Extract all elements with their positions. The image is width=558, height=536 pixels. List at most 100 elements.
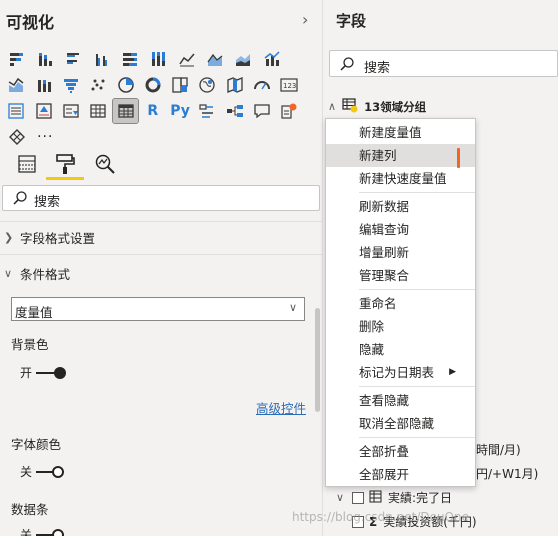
fields-tab-icon[interactable]: [12, 150, 42, 178]
font-color-toggle[interactable]: 关: [20, 463, 66, 480]
menu-item-new-column[interactable]: 新建列: [326, 144, 475, 168]
stacked-column-chart-icon[interactable]: [32, 47, 58, 71]
100-stacked-bar-chart-icon[interactable]: [117, 47, 143, 71]
field-checkbox[interactable]: [352, 491, 364, 504]
field-label-partial: 時間/月): [476, 443, 521, 457]
r-visual-icon[interactable]: R: [140, 99, 165, 123]
100-stacked-column-chart-icon[interactable]: [145, 47, 171, 71]
stacked-area-chart-icon[interactable]: [230, 47, 256, 71]
toggle-state-label: 开: [20, 366, 33, 380]
card-icon[interactable]: 123: [277, 73, 302, 97]
fields-title: 字段: [336, 12, 367, 30]
analytics-magnifier-icon[interactable]: [90, 150, 120, 178]
fields-search-input[interactable]: 搜索: [329, 50, 558, 77]
dropdown-value: 度量值: [15, 305, 53, 320]
donut-chart-icon[interactable]: [140, 73, 165, 97]
visualizations-title: 可视化: [6, 13, 55, 32]
funnel-chart-icon[interactable]: [59, 73, 84, 97]
submenu-arrow-icon: ▶: [449, 367, 456, 377]
field-row[interactable]: ∨ 実績:完了日: [336, 489, 452, 506]
clustered-bar-chart-icon[interactable]: [61, 47, 87, 71]
visualizations-search-input[interactable]: 搜索: [2, 185, 320, 211]
pie-chart-icon[interactable]: [113, 73, 138, 97]
toggle-switch-off: [36, 528, 66, 536]
menu-separator: [359, 437, 475, 438]
watermark: https://blog.csdn.net/DouOne: [292, 510, 469, 524]
search-icon: [12, 190, 28, 209]
data-bars-label: 数据条: [11, 502, 49, 517]
divider: [0, 221, 323, 222]
menu-item-rename[interactable]: 重命名: [326, 292, 475, 315]
toggle-state-label: 关: [20, 528, 33, 536]
multi-row-card-icon[interactable]: [4, 99, 29, 123]
menu-item-delete[interactable]: 删除: [326, 315, 475, 338]
chevron-up-icon: ∧: [328, 100, 337, 113]
menu-item-hide[interactable]: 隐藏: [326, 338, 475, 361]
font-color-label: 字体颜色: [11, 437, 62, 452]
menu-item-view-hidden[interactable]: 查看隐藏: [326, 389, 475, 412]
decomposition-tree-icon[interactable]: [222, 99, 247, 123]
treemap-icon[interactable]: [168, 73, 193, 97]
format-paint-roller-icon[interactable]: [50, 150, 80, 178]
search-placeholder: 搜索: [364, 61, 391, 76]
line-chart-icon[interactable]: [174, 47, 200, 71]
clustered-column-chart-icon[interactable]: [89, 47, 115, 71]
stacked-bar-chart-icon[interactable]: [4, 47, 30, 71]
field-formatting-section-header[interactable]: ❯ 字段格式设置: [4, 228, 95, 247]
python-visual-icon[interactable]: Py: [168, 99, 193, 123]
gauge-icon[interactable]: [249, 73, 274, 97]
menu-separator: [359, 386, 475, 387]
toggle-switch-on: [36, 366, 67, 379]
advanced-controls-link[interactable]: 高级控件: [256, 398, 306, 417]
menu-item-incremental-refresh[interactable]: 增量刷新: [326, 241, 475, 264]
chevron-right-icon: ❯: [4, 231, 14, 244]
data-bars-toggle[interactable]: 关: [20, 526, 66, 536]
map-icon[interactable]: [195, 73, 220, 97]
highlight-marker: [457, 148, 460, 168]
menu-item-new-quick-measure[interactable]: 新建快速度量值: [326, 167, 475, 190]
key-influencers-icon[interactable]: [195, 99, 220, 123]
chevron-down-icon: ∨: [288, 301, 297, 314]
visualizations-pane: 可视化 › 123 R Py ··· 搜索 ❯ 字段格式设置 ∨ 条件格式 度量…: [0, 0, 323, 536]
measure-dropdown[interactable]: 度量值 ∨: [11, 297, 305, 321]
qa-icon[interactable]: [249, 99, 274, 123]
smart-narrative-icon[interactable]: [277, 99, 302, 123]
menu-item-mark-as-date-table[interactable]: 标记为日期表 ▶: [326, 361, 475, 384]
divider: [0, 254, 323, 255]
matrix-icon[interactable]: [112, 98, 140, 124]
menu-item-collapse-all[interactable]: 全部折叠: [326, 440, 475, 463]
svg-text:123: 123: [283, 82, 296, 90]
active-tab-underline: [46, 177, 84, 180]
menu-item-new-measure[interactable]: 新建度量值: [326, 121, 475, 144]
menu-item-unhide-all[interactable]: 取消全部隐藏: [326, 412, 475, 435]
chevron-down-icon: ∨: [336, 491, 345, 504]
scatter-chart-icon[interactable]: [86, 73, 111, 97]
scrollbar-thumb[interactable]: [315, 308, 320, 412]
table-name: 13领域分组: [364, 99, 427, 114]
toggle-switch-off: [36, 465, 66, 478]
ribbon-chart-icon[interactable]: [31, 73, 56, 97]
line-and-column-chart-icon[interactable]: [259, 47, 285, 71]
table-icon: [342, 97, 358, 116]
filled-map-icon[interactable]: [222, 73, 247, 97]
section-label: 条件格式: [20, 267, 71, 282]
menu-item-edit-query[interactable]: 编辑查询: [326, 218, 475, 241]
context-menu: 新建度量值 新建列 新建快速度量值 刷新数据 编辑查询 增量刷新 管理聚合 重命…: [325, 118, 476, 487]
date-table-icon: [369, 490, 382, 506]
table-node[interactable]: ∧ 13领域分组: [328, 97, 426, 116]
menu-item-refresh-data[interactable]: 刷新数据: [326, 195, 475, 218]
chevron-right-icon[interactable]: ›: [302, 10, 308, 29]
menu-item-label: 标记为日期表: [359, 365, 435, 380]
menu-item-expand-all[interactable]: 全部展开: [326, 463, 475, 486]
line-and-stacked-column-chart-icon[interactable]: [4, 73, 29, 97]
slicer-icon[interactable]: [59, 99, 84, 123]
area-chart-icon[interactable]: [202, 47, 228, 71]
conditional-formatting-section-header[interactable]: ∨ 条件格式: [4, 264, 70, 283]
visual-gallery: 123 R Py ···: [4, 46, 304, 150]
field-label: 実績:完了日: [388, 491, 453, 505]
background-color-toggle[interactable]: 开: [20, 364, 67, 381]
kpi-icon[interactable]: [31, 99, 56, 123]
menu-item-manage-aggregations[interactable]: 管理聚合: [326, 264, 475, 287]
table-icon[interactable]: [86, 99, 111, 123]
menu-separator: [359, 192, 475, 193]
